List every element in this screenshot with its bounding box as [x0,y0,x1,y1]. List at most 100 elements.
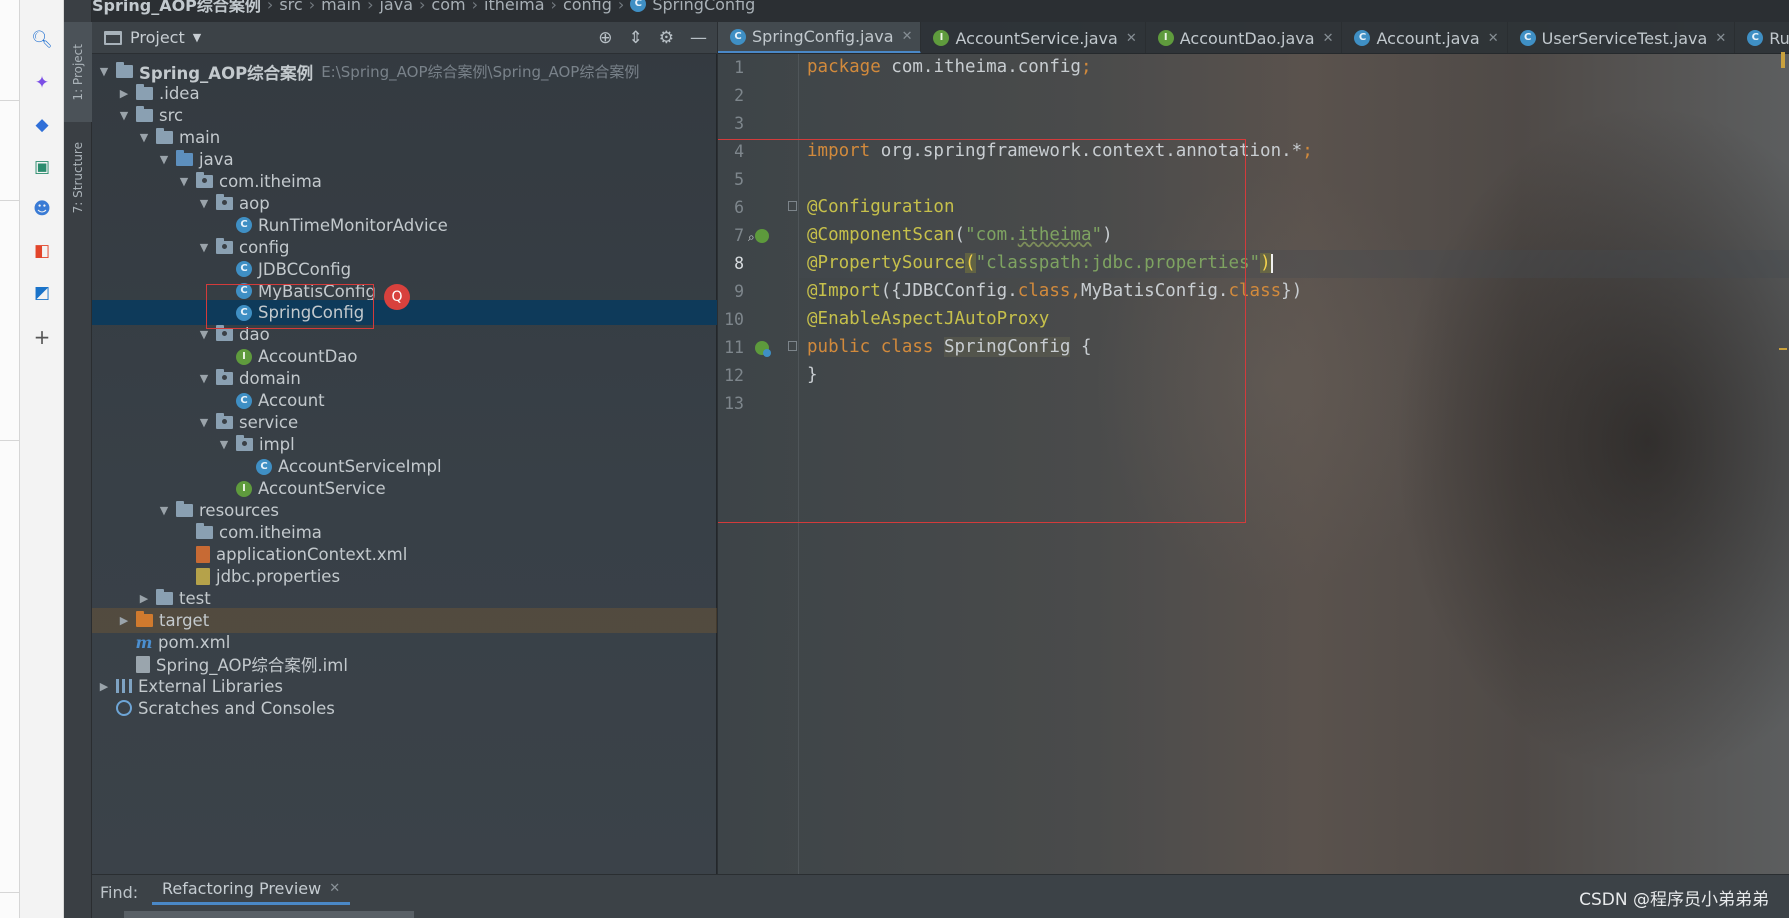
editor-tab[interactable]: I AccountService.java ✕ [921,22,1146,53]
expanded-arrow-icon[interactable]: ▼ [196,416,212,429]
tree-item-label: MyBatisConfig [258,281,377,301]
tree-item-label: AccountServiceImpl [278,457,442,477]
breadcrumb-separator: › [471,0,478,14]
minimize-icon[interactable]: — [690,28,707,48]
close-icon[interactable]: ✕ [1323,31,1334,46]
tree-item[interactable]: Scratches and Consoles [92,696,717,721]
tree-item-label: applicationContext.xml [216,544,408,564]
editor-tab[interactable]: C RunTi [1735,22,1789,53]
tree-item-label: SpringConfig [258,303,365,323]
collapsed-arrow-icon[interactable]: ▶ [116,614,132,627]
expanded-arrow-icon[interactable]: ▼ [196,197,212,210]
breadcrumb-item[interactable]: SpringConfig [652,0,755,14]
breadcrumb-separator: › [367,0,374,14]
interface-icon: I [1157,30,1174,46]
breadcrumb-item[interactable]: main [321,0,361,14]
keyword-token: class [1017,281,1071,301]
expanded-arrow-icon[interactable]: ▼ [156,504,172,517]
editor-tab[interactable]: C Account.java ✕ [1342,22,1508,53]
find-results-strip [124,911,414,918]
collapsed-arrow-icon[interactable]: ▶ [96,680,112,693]
expanded-arrow-icon[interactable]: ▼ [196,328,212,341]
annotation-token: @Configuration [807,197,955,217]
expanded-arrow-icon[interactable]: ▼ [216,438,232,451]
class-icon: C [236,304,252,321]
code-area[interactable]: package com.itheima.config; import org.s… [718,54,1789,874]
folder-icon [156,127,173,144]
strip-divider [0,100,20,101]
xml-file-icon [196,545,210,563]
add-icon[interactable]: + [30,325,54,349]
structure-tool-tab[interactable]: 7: Structure [64,128,92,228]
collapsed-arrow-icon[interactable]: ▶ [116,87,132,100]
office-icon[interactable]: ◧ [30,239,54,263]
editor-tab-label: SpringConfig.java [752,27,894,46]
tree-item-label: Account [258,391,325,411]
breadcrumb-item[interactable]: src [279,0,302,14]
people-icon[interactable]: ☻ [30,197,54,221]
editor-tab-label: RunTi [1769,28,1789,48]
breadcrumb-item[interactable]: java [379,0,413,14]
locate-icon[interactable]: ⊕ [598,28,612,48]
breadcrumb-item[interactable]: com [431,0,465,14]
expanded-arrow-icon[interactable]: ▼ [136,131,152,144]
code-line-6: @Configuration [807,197,955,217]
keyword-token: class [1228,281,1282,301]
editor-tab[interactable]: C SpringConfig.java ✕ [718,22,922,53]
close-icon[interactable]: ✕ [1488,31,1499,46]
tree-item-label: aop [239,193,270,213]
code-token: MyBatisConfig. [1080,281,1229,301]
editor-tab[interactable]: I AccountDao.java ✕ [1146,22,1343,53]
close-icon[interactable]: ✕ [1715,31,1726,46]
expanded-arrow-icon[interactable]: ▼ [176,175,192,188]
expanded-arrow-icon[interactable]: ▼ [196,372,212,385]
properties-file-icon [196,567,210,585]
collapse-all-icon[interactable]: ⇕ [629,28,643,48]
find-tool-window-bar: Find: Refactoring Preview ✕ CSDN @程序员小弟弟… [92,874,1789,918]
gear-icon[interactable]: ⚙ [659,28,674,48]
collapsed-arrow-icon[interactable]: ▶ [136,592,152,605]
outlook-icon[interactable]: ◩ [30,281,54,305]
tree-item-label: External Libraries [138,676,283,696]
project-panel-title[interactable]: Project [130,28,185,47]
breadcrumb: Spring_AOP综合案例 › src › main › java › com › itheima… [92,0,755,16]
editor-tab-label: AccountDao.java [1179,28,1315,48]
refactoring-preview-label: Refactoring Preview [162,879,322,898]
folder-icon [136,83,153,100]
expanded-arrow-icon[interactable]: ▼ [156,153,172,166]
tree-item-label: Scratches and Consoles [138,698,335,718]
folder-icon [136,105,153,122]
refactoring-preview-tab[interactable]: Refactoring Preview ✕ [152,875,351,905]
string-token: " [1091,225,1103,245]
breadcrumb-item[interactable]: Spring_AOP综合案例 [92,0,261,16]
breadcrumb-item[interactable]: config [563,0,612,14]
paren: ( [954,225,966,245]
breadcrumb-item[interactable]: itheima [484,0,545,14]
string-token: "com. [965,225,1018,245]
code-editor[interactable]: C SpringConfig.java ✕ I AccountService.java ✕… [718,22,1789,874]
package-icon [216,325,233,342]
code-line-7: @ComponentScan("com.itheima") [807,225,1113,245]
code-line-1: package com.itheima.config; [807,57,1092,77]
tag-icon[interactable]: ◆ [30,113,54,137]
close-icon[interactable]: ✕ [329,881,340,896]
editor-tab[interactable]: C UserServiceTest.java ✕ [1508,22,1736,53]
find-label: Find: [100,883,139,902]
project-tool-tab[interactable]: 1: Project [64,22,92,122]
search-icon[interactable]: 🔍︎ [30,28,54,52]
close-icon[interactable]: ✕ [902,29,913,44]
structure-tool-tab-label: 7: Structure [71,142,85,214]
close-icon[interactable]: ✕ [1126,31,1137,46]
expanded-arrow-icon[interactable]: ▼ [96,65,112,78]
chevron-down-icon[interactable]: ▼ [193,31,201,44]
class-icon: C [1354,30,1371,46]
sparkle-icon[interactable]: ✦ [30,71,54,95]
package-icon [216,237,233,254]
expanded-arrow-icon[interactable]: ▼ [116,109,132,122]
class-icon: C [236,217,252,234]
tree-item-label: java [199,149,234,169]
toolbox-icon[interactable]: ▣ [30,155,54,179]
expanded-arrow-icon[interactable]: ▼ [196,241,212,254]
resources-folder-icon [176,501,193,517]
class-icon: C [236,261,252,278]
